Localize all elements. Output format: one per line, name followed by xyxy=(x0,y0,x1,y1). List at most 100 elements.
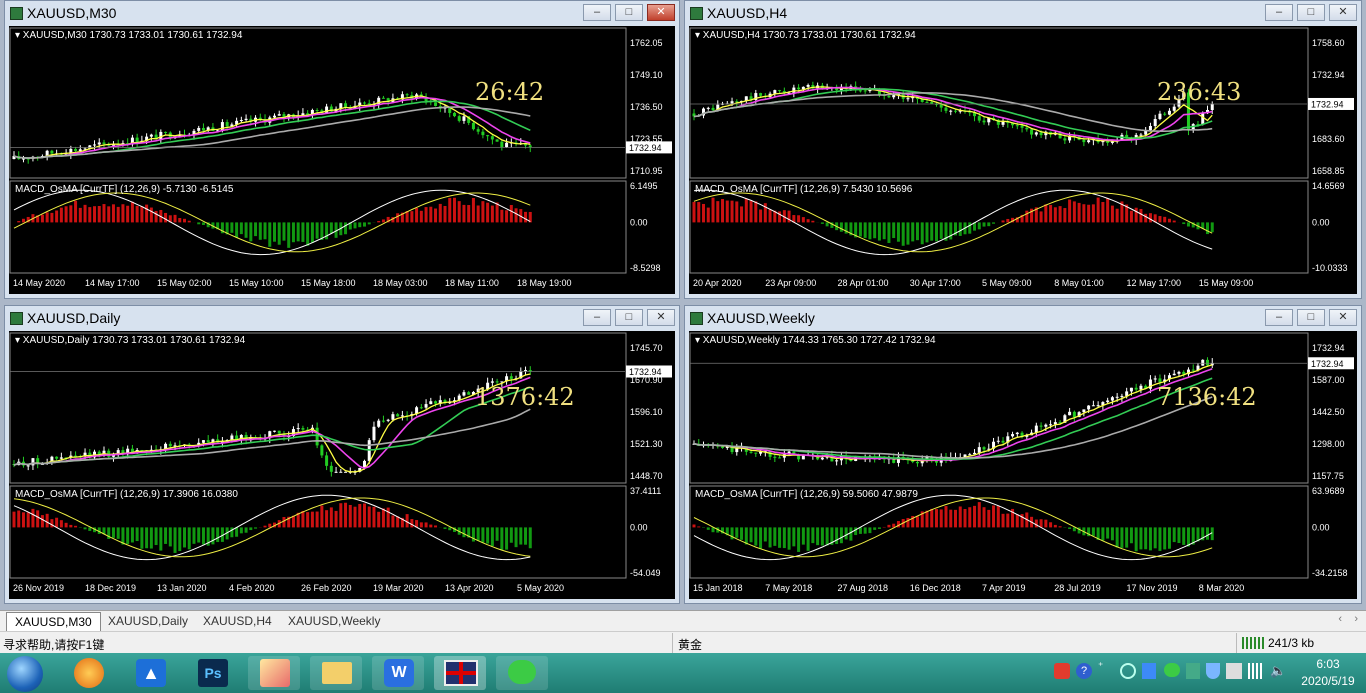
clock-date[interactable]: 2020/5/19 xyxy=(1294,674,1362,688)
tab-m30[interactable]: XAUUSD,M30 xyxy=(6,612,101,631)
candle-body xyxy=(1110,397,1114,401)
macd-histogram-bar xyxy=(735,201,739,223)
time-tick-label: 19 Mar 2020 xyxy=(373,583,424,593)
minimize-button[interactable]: – xyxy=(1265,4,1293,21)
window-titlebar[interactable]: XAUUSD,Weekly – □ ✕ xyxy=(685,306,1361,331)
file-explorer-icon[interactable] xyxy=(310,656,362,690)
macd-histogram-bar xyxy=(130,201,134,223)
macd-histogram-bar xyxy=(782,527,786,549)
taskbar-app-icon[interactable] xyxy=(62,656,114,690)
close-button[interactable]: ✕ xyxy=(647,4,675,21)
signal-icon[interactable] xyxy=(1248,663,1264,679)
chart-window-h4[interactable]: XAUUSD,H4 – □ ✕ 1758.601732.941708.35168… xyxy=(684,0,1362,299)
sogou-ime-icon[interactable] xyxy=(1054,663,1070,679)
macd-histogram-bar xyxy=(434,525,438,528)
ime-mode-icon[interactable]: ⁺ xyxy=(1098,661,1103,672)
candle-body xyxy=(1096,405,1100,407)
macd-histogram-bar xyxy=(1144,527,1148,550)
close-button[interactable]: ✕ xyxy=(647,309,675,326)
macd-histogram-bar xyxy=(754,201,758,223)
chart-canvas[interactable]: 1745.70 1670.90 1596.10 1521.30 1448.70 1732.… xyxy=(9,331,675,599)
macd-histogram-bar xyxy=(949,222,953,240)
macd-histogram-bar xyxy=(839,222,843,232)
macd-histogram-bar xyxy=(1163,527,1167,550)
photoshop-icon[interactable]: Ps xyxy=(186,656,238,690)
time-tick-label: 8 May 01:00 xyxy=(1054,278,1104,288)
candle-body xyxy=(344,103,348,107)
symbol-info-label: ▾ XAUUSD,H4 1730.73 1733.01 1730.61 1732… xyxy=(695,30,916,41)
taskbar-app-icon[interactable] xyxy=(248,656,300,690)
maximize-button[interactable]: □ xyxy=(1297,309,1325,326)
maximize-button[interactable]: □ xyxy=(615,309,643,326)
window-titlebar[interactable]: XAUUSD,H4 – □ ✕ xyxy=(685,1,1361,26)
minimize-button[interactable]: – xyxy=(583,4,611,21)
system-tray: ? ⁺ 🔈 6:03 2020/5/19 xyxy=(1046,653,1366,693)
time-tick-label: 18 May 11:00 xyxy=(445,278,499,288)
macd-histogram-bar xyxy=(1053,207,1057,223)
macd-histogram-bar xyxy=(797,527,801,552)
macd-histogram-bar xyxy=(1101,202,1105,223)
window-titlebar[interactable]: XAUUSD,Daily – □ ✕ xyxy=(5,306,679,331)
macd-histogram-bar xyxy=(1025,210,1029,223)
tab-daily[interactable]: XAUUSD,Daily xyxy=(100,612,196,630)
maximize-button[interactable]: □ xyxy=(615,4,643,21)
close-button[interactable]: ✕ xyxy=(1329,309,1357,326)
candle-body xyxy=(1163,113,1167,115)
macd-histogram-bar xyxy=(915,222,919,241)
tab-scroll-right-icon[interactable]: › xyxy=(1354,613,1358,625)
taskbar-app-icon[interactable]: ▲ xyxy=(124,656,176,690)
start-button-icon[interactable] xyxy=(7,656,43,692)
macd-histogram-bar xyxy=(911,222,915,242)
chart-window-weekly[interactable]: XAUUSD,Weekly – □ ✕ 1732.94 1587.00 1442.5… xyxy=(684,305,1362,604)
time-tick-label: 23 Apr 09:00 xyxy=(765,278,816,288)
usb-icon[interactable] xyxy=(1226,663,1242,679)
wechat-icon[interactable] xyxy=(496,656,548,690)
wps-icon[interactable]: W xyxy=(372,656,424,690)
macd-histogram-bar xyxy=(1115,208,1119,223)
macd-histogram-bar xyxy=(792,527,796,547)
minimize-button[interactable]: – xyxy=(583,309,611,326)
price-tick-label: 1157.75 xyxy=(1312,471,1344,481)
shield-icon[interactable] xyxy=(1206,663,1220,679)
macd-histogram-bar xyxy=(1144,213,1148,223)
security-icon[interactable] xyxy=(1186,663,1200,679)
macd-histogram-bar xyxy=(1134,207,1138,223)
macd-histogram-bar xyxy=(992,505,996,528)
maximize-button[interactable]: □ xyxy=(1297,4,1325,21)
candle-body xyxy=(1120,395,1124,397)
time-tick-label: 26 Nov 2019 xyxy=(13,583,64,593)
candle-body xyxy=(102,142,106,144)
macd-histogram-bar xyxy=(263,525,267,528)
macd-histogram-bar xyxy=(358,222,362,228)
chart-window-m30[interactable]: XAUUSD,M30 – □ ✕ 1762.05 1749.10 1736.50 17… xyxy=(4,0,680,299)
window-titlebar[interactable]: XAUUSD,M30 – □ ✕ xyxy=(5,1,679,26)
candle-body xyxy=(930,101,934,104)
macd-histogram-bar xyxy=(806,219,810,223)
macd-histogram-bar xyxy=(111,204,115,223)
tab-weekly[interactable]: XAUUSD,Weekly xyxy=(280,612,388,630)
wechat-tray-icon[interactable] xyxy=(1164,663,1180,677)
chart-icon xyxy=(690,7,703,20)
macd-histogram-bar xyxy=(291,222,295,243)
candle-body xyxy=(164,131,168,133)
tab-h4[interactable]: XAUUSD,H4 xyxy=(195,612,280,630)
volume-icon[interactable]: 🔈 xyxy=(1270,663,1286,679)
close-button[interactable]: ✕ xyxy=(1329,4,1357,21)
macd-histogram-bar xyxy=(863,527,867,534)
chart-window-daily[interactable]: XAUUSD,Daily – □ ✕ 1745.70 1670.90 1596.10… xyxy=(4,305,680,604)
metatrader-icon[interactable] xyxy=(434,656,486,690)
minimize-button[interactable]: – xyxy=(1265,309,1293,326)
macd-histogram-bar xyxy=(1077,202,1081,223)
chart-canvas[interactable]: 1758.601732.941708.351683.601658.851732.… xyxy=(689,26,1357,294)
network-icon[interactable] xyxy=(1120,663,1136,679)
macd-histogram-bar xyxy=(40,515,44,528)
tab-scroll-left-icon[interactable]: ‹ xyxy=(1338,613,1342,625)
chart-canvas[interactable]: 1762.05 1749.10 1736.50 1723.55 1710.95 1732.… xyxy=(9,26,675,294)
cube-icon[interactable] xyxy=(1142,663,1156,679)
chart-canvas[interactable]: 1732.94 1587.00 1442.50 1298.00 1157.75 1732.… xyxy=(689,331,1357,599)
help-icon[interactable]: ? xyxy=(1076,663,1092,679)
macd-histogram-bar xyxy=(254,222,258,237)
macd-histogram-bar xyxy=(697,526,701,528)
clock-time[interactable]: 6:03 xyxy=(1294,657,1362,671)
macd-histogram-bar xyxy=(505,527,509,550)
